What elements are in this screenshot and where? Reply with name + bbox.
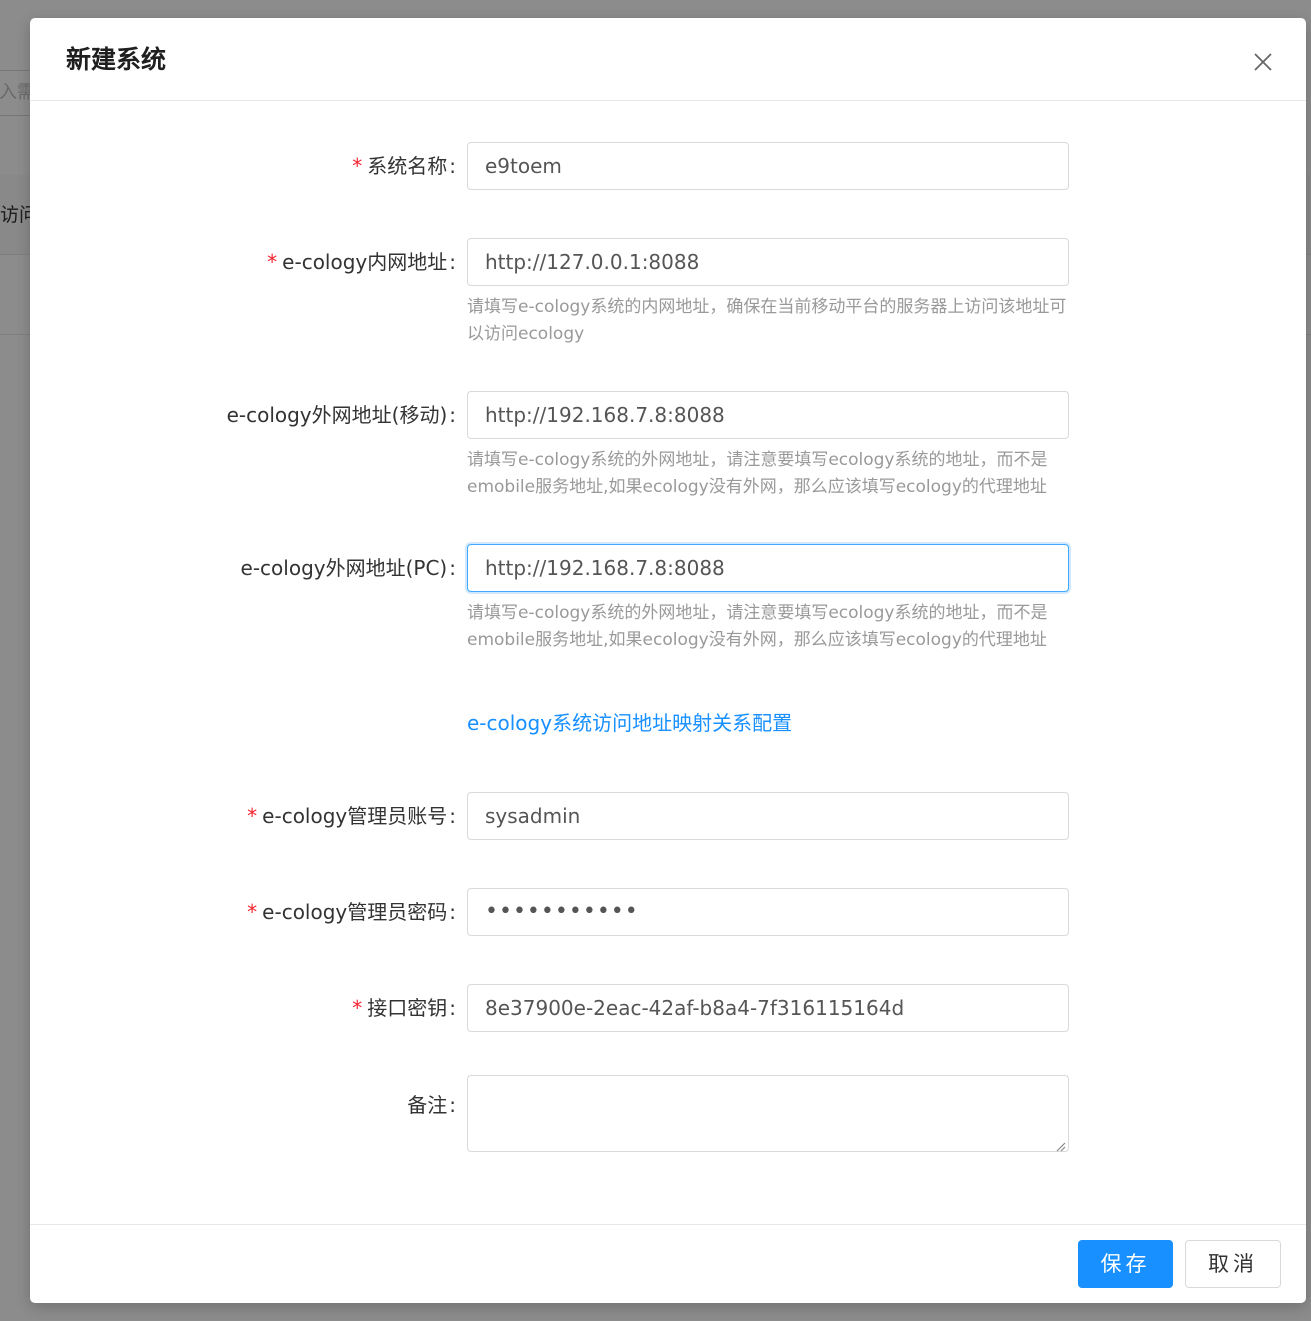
required-mark: * <box>267 250 278 274</box>
system-name-input[interactable]: e9toem <box>467 142 1069 190</box>
intranet-address-hint: 请填写e-cology系统的内网地址，确保在当前移动平台的服务器上访问该地址可以… <box>467 297 1067 344</box>
save-button[interactable]: 保存 <box>1078 1240 1173 1288</box>
extranet-pc-input[interactable]: http://192.168.7.8:8088 <box>467 544 1069 592</box>
required-mark: * <box>352 996 363 1020</box>
api-key-input[interactable]: 8e37900e-2eac-42af-b8a4-7f316115164d <box>467 984 1069 1032</box>
resize-grip-icon[interactable] <box>1054 1137 1066 1152</box>
admin-account-label: * e-cology管理员账号: <box>247 804 456 828</box>
admin-password-input[interactable]: ••••••••••• <box>467 888 1069 936</box>
dialog-title: 新建系统 <box>66 45 167 74</box>
cancel-button[interactable]: 取消 <box>1185 1240 1281 1288</box>
intranet-address-label: * e-cology内网地址: <box>267 250 456 274</box>
required-mark: * <box>247 900 258 924</box>
extranet-mobile-hint: 请填写e-cology系统的外网地址，请注意要填写ecology系统的地址，而不… <box>467 450 1048 497</box>
extranet-mobile-input[interactable]: http://192.168.7.8:8088 <box>467 391 1069 439</box>
address-mapping-link[interactable]: e-cology系统访问地址映射关系配置 <box>467 708 792 738</box>
extranet-pc-label: e-cology外网地址(PC): <box>240 556 456 580</box>
dialog-header: 新建系统 <box>30 18 1306 101</box>
extranet-pc-hint: 请填写e-cology系统的外网地址，请注意要填写ecology系统的地址，而不… <box>467 603 1048 650</box>
extranet-mobile-label: e-cology外网地址(移动): <box>226 403 456 427</box>
system-name-label: * 系统名称: <box>352 154 456 178</box>
admin-password-label: * e-cology管理员密码: <box>247 900 456 924</box>
api-key-label: * 接口密钥: <box>352 996 456 1020</box>
remark-label: 备注: <box>407 1093 456 1117</box>
required-mark: * <box>247 804 258 828</box>
admin-account-input[interactable]: sysadmin <box>467 792 1069 840</box>
new-system-dialog: 新建系统 * 系统名称: e9toem * e-cology内网地址: http:/… <box>30 18 1306 1303</box>
intranet-address-input[interactable]: http://127.0.0.1:8088 <box>467 238 1069 286</box>
remark-textarea[interactable] <box>467 1075 1069 1152</box>
dialog-footer: 保存 取消 <box>30 1224 1306 1303</box>
close-icon <box>1244 51 1282 73</box>
close-button[interactable] <box>1244 48 1282 78</box>
required-mark: * <box>352 154 363 178</box>
